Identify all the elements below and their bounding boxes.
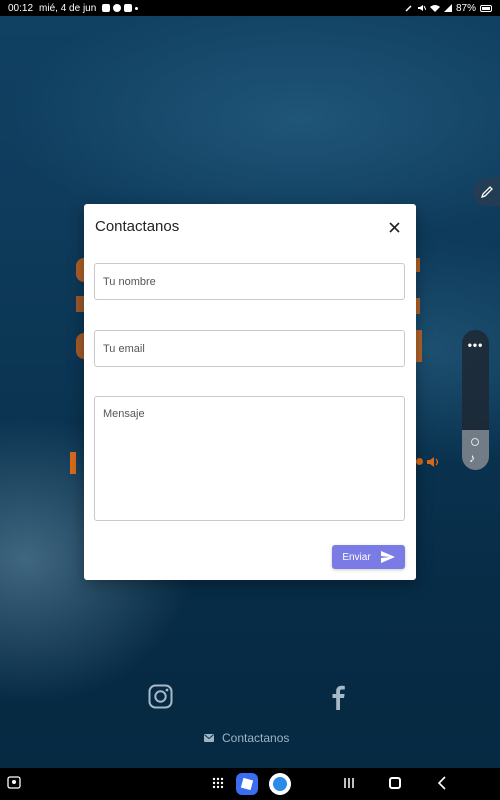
status-time: 00:12 xyxy=(8,2,34,14)
instagram-icon[interactable] xyxy=(148,684,173,709)
edit-icon xyxy=(480,186,493,199)
decoration-shape xyxy=(416,298,420,314)
signal-icon xyxy=(443,4,452,12)
home-icon[interactable] xyxy=(389,777,401,789)
close-button[interactable] xyxy=(384,217,404,237)
email-input[interactable] xyxy=(94,330,405,367)
app-notification-icon xyxy=(124,4,133,12)
notification-icons xyxy=(102,4,139,12)
app-icon-roblox[interactable] xyxy=(236,773,258,795)
image-icon xyxy=(102,4,111,12)
decoration-shape xyxy=(76,333,84,359)
name-input[interactable] xyxy=(94,263,405,300)
app-icon-messages[interactable] xyxy=(269,773,291,795)
facebook-icon[interactable] xyxy=(330,684,346,710)
battery-percentage: 87% xyxy=(455,2,476,14)
decoration-shape xyxy=(416,330,422,362)
edit-button[interactable] xyxy=(473,178,500,206)
volume-minus-icon xyxy=(471,438,479,446)
edit-status-icon xyxy=(405,5,412,12)
decoration-shape xyxy=(70,452,76,474)
screenshot-icon[interactable] xyxy=(7,776,21,790)
more-options-icon[interactable]: ••• xyxy=(462,338,489,352)
wifi-icon xyxy=(429,5,440,12)
mute-icon xyxy=(417,5,426,11)
close-icon xyxy=(388,221,400,233)
music-note-icon: ♪ xyxy=(469,451,475,465)
message-textarea[interactable] xyxy=(94,396,405,521)
decoration-shape xyxy=(76,296,84,312)
footer-contact-link[interactable]: Contactanos xyxy=(204,731,289,745)
decoration-dot xyxy=(416,458,423,465)
battery-icon xyxy=(480,4,492,12)
recent-apps-icon[interactable] xyxy=(343,777,355,789)
decoration-shape xyxy=(416,258,420,272)
volume-slider-fill[interactable] xyxy=(462,430,489,470)
dialog-title: Contactanos xyxy=(95,218,180,235)
status-bar: 00:12 mié, 4 de jun 87% xyxy=(0,0,500,16)
volume-panel[interactable]: ••• ♪ xyxy=(462,330,489,470)
contact-dialog: Contactanos Enviar xyxy=(84,204,416,580)
send-icon xyxy=(380,551,395,563)
back-icon[interactable] xyxy=(437,776,447,790)
status-date: mié, 4 de jun xyxy=(39,2,97,14)
mail-icon xyxy=(204,734,214,742)
volume-icon[interactable] xyxy=(426,456,440,468)
app-drawer-icon[interactable] xyxy=(212,777,224,789)
dnd-icon xyxy=(113,4,122,12)
more-notifications-icon xyxy=(135,6,139,10)
decoration-shape xyxy=(76,258,84,282)
footer-contact-label: Contactanos xyxy=(222,731,290,745)
send-button[interactable]: Enviar xyxy=(332,545,405,569)
navigation-bar xyxy=(0,768,500,800)
send-label: Enviar xyxy=(342,551,371,563)
